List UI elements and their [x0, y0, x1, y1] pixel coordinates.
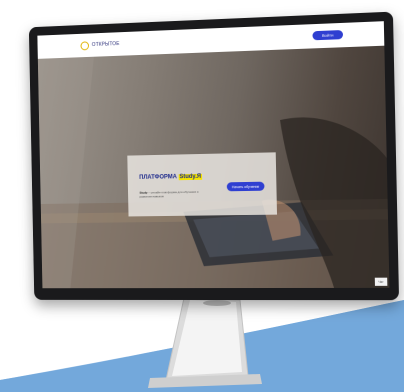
- hero-title-text: ПЛАТФОРМА: [139, 174, 177, 181]
- chat-widget-button[interactable]: Чат: [374, 277, 388, 286]
- hero-title: ПЛАТФОРМА Study.Я: [139, 173, 203, 181]
- monitor-screen: ОТКРЫТОЕ Войти ПЛАТФОРМА Study.Я Study –…: [37, 21, 390, 289]
- hero-card: ПЛАТФОРМА Study.Я Study – онлайн-платфор…: [127, 152, 278, 217]
- start-learning-button[interactable]: Начать обучение: [226, 181, 265, 192]
- hero-title-highlight: Study.Я: [178, 173, 203, 181]
- hero-description: Study – онлайн-платформа для обучения и …: [139, 190, 207, 199]
- hero-section: ПЛАТФОРМА Study.Я Study – онлайн-платфор…: [37, 45, 390, 289]
- scene: ОТКРЫТОЕ Войти ПЛАТФОРМА Study.Я Study –…: [0, 0, 404, 392]
- circle-logo-icon: [80, 40, 90, 50]
- monitor: ОТКРЫТОЕ Войти ПЛАТФОРМА Study.Я Study –…: [28, 11, 400, 301]
- hero-description-text: – онлайн-платформа для обучения и развит…: [139, 189, 199, 199]
- logo-text: ОТКРЫТОЕ: [91, 41, 120, 49]
- login-button[interactable]: Войти: [312, 29, 344, 41]
- site-logo[interactable]: ОТКРЫТОЕ: [80, 39, 120, 50]
